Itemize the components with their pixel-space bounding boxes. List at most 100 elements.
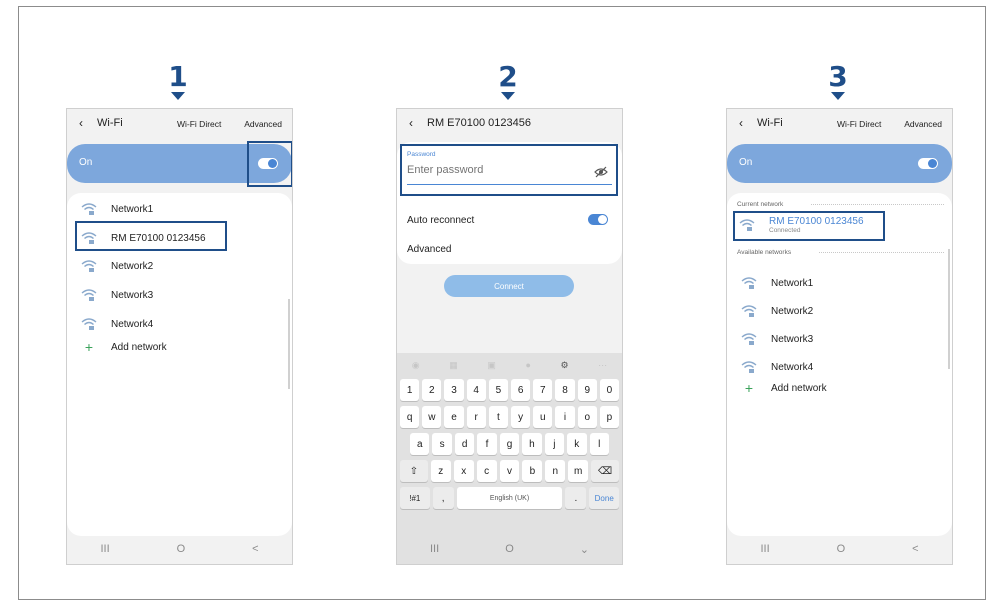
gif-icon[interactable]: ▣: [487, 360, 496, 371]
wifi-lock-icon: [741, 333, 757, 345]
key[interactable]: q: [400, 406, 420, 428]
done-key[interactable]: Done: [589, 487, 620, 509]
network-row[interactable]: Network4: [741, 357, 813, 377]
key[interactable]: 6: [511, 379, 531, 401]
app-header: ‹ RM E70100 0123456: [397, 109, 622, 139]
recents-button[interactable]: III: [430, 543, 439, 555]
key[interactable]: m: [568, 460, 589, 482]
network-row[interactable]: Network2: [741, 301, 813, 321]
back-button[interactable]: <: [912, 543, 918, 555]
wifi-toggle-bar[interactable]: On: [727, 144, 952, 183]
divider: [811, 204, 944, 205]
key[interactable]: w: [422, 406, 442, 428]
wifi-direct-link[interactable]: Wi-Fi Direct: [837, 119, 881, 129]
key[interactable]: n: [545, 460, 566, 482]
key[interactable]: d: [454, 433, 475, 455]
wifi-direct-link[interactable]: Wi-Fi Direct: [177, 119, 221, 129]
home-button[interactable]: O: [177, 543, 186, 555]
settings-gear-icon[interactable]: ⚙: [561, 360, 569, 371]
recents-button[interactable]: III: [760, 543, 769, 555]
emoji-icon[interactable]: ◉: [412, 360, 420, 371]
symbols-key[interactable]: !#1: [400, 487, 430, 509]
wifi-toggle-switch[interactable]: [918, 158, 938, 169]
network-row[interactable]: Network1: [741, 273, 813, 293]
network-row[interactable]: Network3: [741, 329, 813, 349]
back-chevron-icon[interactable]: ‹: [409, 116, 413, 130]
key[interactable]: j: [544, 433, 565, 455]
key[interactable]: 3: [444, 379, 464, 401]
back-chevron-icon[interactable]: ‹: [79, 116, 83, 130]
app-header: ‹ Wi-Fi Wi-Fi Direct Advanced: [67, 109, 292, 139]
more-icon[interactable]: ⋯: [598, 360, 607, 371]
connect-button[interactable]: Connect: [444, 275, 574, 297]
key[interactable]: p: [599, 406, 620, 428]
network-row[interactable]: Network3: [81, 285, 153, 305]
key[interactable]: 4: [466, 379, 486, 401]
key[interactable]: z: [430, 460, 451, 482]
key[interactable]: g: [499, 433, 520, 455]
network-row[interactable]: Network4: [81, 314, 153, 334]
key[interactable]: o: [577, 406, 597, 428]
recents-button[interactable]: III: [100, 543, 109, 555]
key[interactable]: e: [444, 406, 464, 428]
step-marker-1: 1: [158, 62, 198, 100]
key[interactable]: y: [511, 406, 531, 428]
shift-key-icon[interactable]: ⇧: [400, 460, 428, 482]
backspace-key-icon[interactable]: ⌫: [591, 460, 619, 482]
auto-reconnect-label: Auto reconnect: [407, 214, 475, 226]
key[interactable]: k: [567, 433, 587, 455]
home-button[interactable]: O: [837, 543, 846, 555]
key[interactable]: u: [533, 406, 553, 428]
advanced-link[interactable]: Advanced: [904, 119, 942, 129]
scrollbar[interactable]: [948, 249, 950, 369]
highlight-toggle: [247, 141, 292, 187]
keyboard-number-row: 1 2 3 4 5 6 7 8 9 0: [400, 379, 620, 401]
network-name: Network1: [111, 203, 154, 215]
key[interactable]: s: [432, 433, 452, 455]
back-chevron-icon[interactable]: ‹: [739, 116, 743, 130]
key[interactable]: b: [522, 460, 543, 482]
network-name: Network2: [111, 260, 154, 272]
key[interactable]: 0: [599, 379, 620, 401]
space-key[interactable]: English (UK): [456, 487, 563, 509]
network-row[interactable]: Network1: [81, 199, 153, 219]
key[interactable]: x: [453, 460, 474, 482]
wifi-lock-icon: [741, 305, 757, 317]
period-key[interactable]: .: [565, 487, 587, 509]
system-nav-bar: III O ⌄: [397, 534, 622, 564]
key[interactable]: 5: [488, 379, 509, 401]
key[interactable]: i: [555, 406, 575, 428]
key[interactable]: t: [488, 406, 509, 428]
highlight-password: [400, 144, 618, 196]
mic-icon[interactable]: ●: [525, 360, 530, 370]
key[interactable]: r: [466, 406, 486, 428]
auto-reconnect-row[interactable]: Auto reconnect: [407, 210, 474, 230]
key[interactable]: 7: [533, 379, 553, 401]
scrollbar[interactable]: [288, 299, 290, 389]
wifi-lock-icon: [81, 260, 97, 272]
sticker-icon[interactable]: ▦: [449, 360, 458, 371]
key[interactable]: f: [477, 433, 497, 455]
home-button[interactable]: O: [505, 543, 514, 555]
hide-keyboard-icon[interactable]: ⌄: [580, 543, 589, 556]
network-name: Network4: [771, 361, 814, 373]
comma-key[interactable]: ,: [432, 487, 454, 509]
available-networks-label: Available networks: [737, 249, 792, 256]
key[interactable]: h: [522, 433, 542, 455]
advanced-row[interactable]: Advanced: [407, 239, 451, 259]
back-button[interactable]: <: [252, 543, 258, 555]
network-row[interactable]: Network2: [81, 256, 153, 276]
add-network-row[interactable]: + Add network: [741, 378, 827, 398]
key[interactable]: v: [499, 460, 520, 482]
key[interactable]: 9: [577, 379, 597, 401]
key[interactable]: 1: [400, 379, 420, 401]
key[interactable]: 8: [555, 379, 575, 401]
advanced-link[interactable]: Advanced: [244, 119, 282, 129]
add-network-row[interactable]: + Add network: [81, 337, 167, 357]
auto-reconnect-toggle[interactable]: [588, 214, 608, 225]
key[interactable]: c: [476, 460, 497, 482]
network-name: Network2: [771, 305, 814, 317]
key[interactable]: a: [410, 433, 430, 455]
key[interactable]: l: [589, 433, 609, 455]
key[interactable]: 2: [422, 379, 442, 401]
